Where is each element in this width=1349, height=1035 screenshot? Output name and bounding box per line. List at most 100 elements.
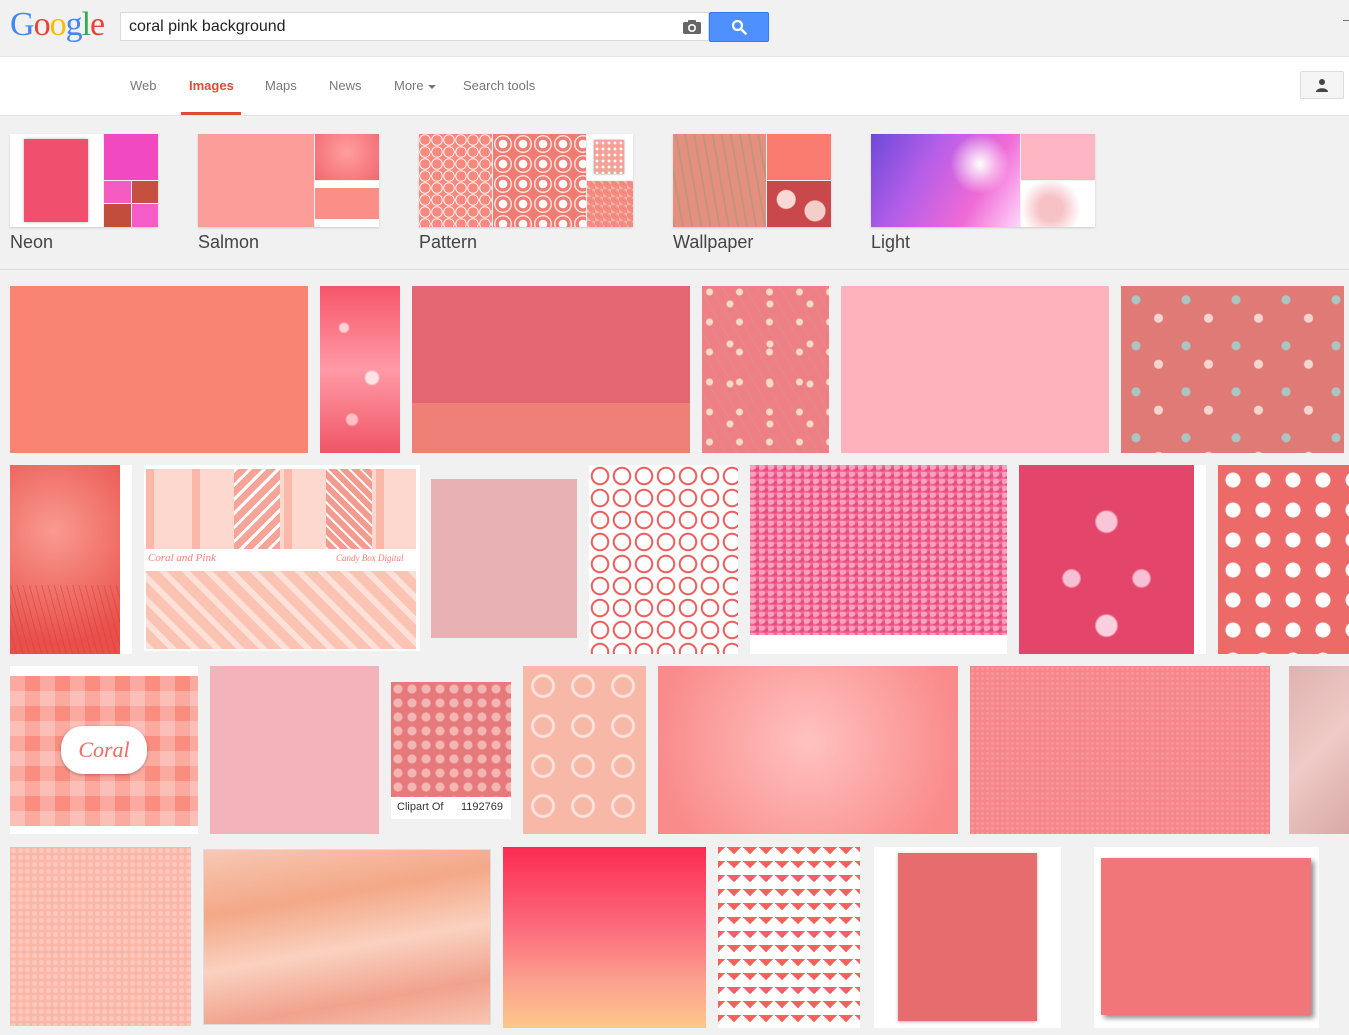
image-result[interactable] [658,666,958,834]
thumb-image [594,140,624,174]
thumb-image [587,181,633,227]
image-result[interactable] [750,465,1007,654]
active-tab-indicator [181,112,241,115]
image-result[interactable] [523,666,646,834]
related-search-wallpaper[interactable]: Wallpaper [673,134,831,252]
image-result[interactable] [10,286,308,453]
image-result[interactable] [970,666,1270,834]
tab-more[interactable]: More [394,78,436,93]
thumb-image [326,469,372,549]
image-result[interactable] [503,847,706,1028]
tab-news[interactable]: News [329,78,362,93]
image-result[interactable] [431,479,577,638]
image-caption: Clipart Of 1192769 [391,797,511,819]
thumb-image [146,469,416,549]
thumb-image [315,188,379,219]
image-result[interactable]: Clipart Of 1192769 [391,682,511,819]
logo-letter: e [90,6,105,43]
thumb-image [587,134,633,180]
logo-letter: o [49,6,67,43]
image-result[interactable] [210,666,379,834]
caption-right: 1192769 [461,801,504,813]
top-bar: Google [0,0,1349,57]
section-divider [0,269,1349,270]
image-result[interactable] [1289,666,1349,834]
account-button[interactable] [1300,71,1344,99]
thumb-image [234,469,280,549]
related-thumbnails [198,134,379,227]
thumb-image [1021,134,1095,180]
related-label: Neon [10,232,54,252]
image-result[interactable] [1121,286,1344,453]
apps-edge [1343,20,1349,21]
thumb-image [132,181,158,203]
image-result[interactable] [320,286,400,453]
thumb-image [146,571,416,649]
thumb-image [493,134,586,227]
image-result[interactable] [874,847,1061,1028]
thumb-image [104,134,158,180]
related-thumbnails [10,134,158,227]
thumb-image [1101,858,1311,1015]
thumb-image [898,853,1037,1021]
image-result[interactable] [1019,465,1206,654]
caption-left: Clipart Of [397,801,444,813]
coral-pack-label: Coral [61,726,147,774]
search-box[interactable] [120,12,709,41]
image-result[interactable] [718,847,860,1028]
thumb-image [315,181,379,227]
image-result[interactable] [1094,847,1319,1028]
thumb-image [1021,181,1095,227]
thumb-image [132,204,158,227]
tab-images[interactable]: Images [189,78,234,93]
thumb-image [871,134,1020,227]
candy-box-title: Coral and Pink [148,552,216,564]
related-label: Salmon [198,232,260,252]
thumb-image [419,134,492,227]
related-search-light[interactable]: Light [871,134,1095,252]
thumb-image [1019,465,1194,654]
image-result[interactable] [10,847,191,1026]
thumb-image [673,134,766,227]
logo-letter: g [65,6,83,43]
related-search-neon[interactable]: Neon [10,134,158,252]
thumb-image [767,134,831,180]
chevron-down-icon [427,84,436,89]
logo-letter: G [10,6,35,43]
image-result[interactable] [702,286,829,453]
candy-box-brand: Candy Box Digital [336,553,404,563]
thumb-image [767,181,831,227]
tab-web[interactable]: Web [130,78,157,93]
related-search-pattern[interactable]: Pattern [419,134,633,252]
thumb-image [104,181,131,203]
image-result[interactable] [412,286,690,453]
google-logo[interactable]: Google [10,6,105,44]
image-result[interactable] [203,849,491,1025]
search-tools-button[interactable]: Search tools [463,78,535,93]
thumb-image [10,585,120,654]
tab-maps[interactable]: Maps [265,78,297,93]
camera-icon[interactable] [682,19,702,35]
related-search-salmon[interactable]: Salmon [198,134,379,252]
image-result[interactable]: Coral [10,666,198,834]
logo-letter: l [81,6,92,43]
thumb-image [315,134,379,180]
image-result[interactable] [589,465,738,654]
search-button[interactable] [709,12,769,42]
related-thumbnails [673,134,831,227]
nav-bar: Web Images Maps News More Search tools [0,57,1349,116]
related-thumbnails [419,134,633,227]
related-thumbnails [871,134,1095,227]
tab-more-label: More [394,78,424,93]
thumb-caption: Coral and Pink Candy Box Digital [146,549,416,569]
image-result[interactable] [841,286,1109,453]
image-result[interactable]: Coral and Pink Candy Box Digital [144,465,420,651]
logo-letter: o [33,6,51,43]
image-result[interactable] [1218,465,1349,654]
image-result[interactable] [10,465,132,654]
search-input[interactable] [129,17,669,37]
thumb-image [950,134,1010,194]
person-icon [1316,79,1328,92]
thumb-image [198,134,314,227]
thumb-image [750,465,1007,635]
